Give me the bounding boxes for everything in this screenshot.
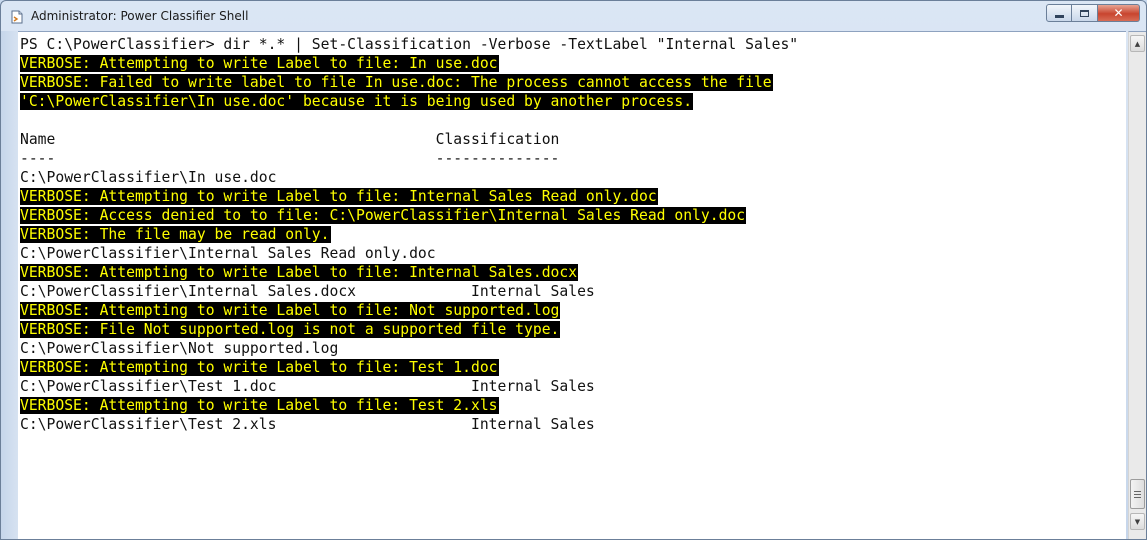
- minimize-icon: [1054, 14, 1064, 18]
- console-line-text: C:\PowerClassifier\Test 2.xls Internal S…: [20, 416, 595, 433]
- console-line-text: VERBOSE: Attempting to write Label to fi…: [20, 397, 499, 414]
- verbose-output-line: VERBOSE: File Not supported.log is not a…: [20, 320, 1126, 339]
- verbose-output-line: VERBOSE: Failed to write label to file I…: [20, 73, 1126, 92]
- console-line-text: [20, 112, 21, 129]
- console-output-line: C:\PowerClassifier\Internal Sales.docx I…: [20, 282, 1126, 301]
- maximize-button[interactable]: [1072, 4, 1098, 22]
- console-line-text: VERBOSE: Attempting to write Label to fi…: [20, 188, 658, 205]
- verbose-output-line: VERBOSE: Attempting to write Label to fi…: [20, 358, 1126, 377]
- vertical-scrollbar[interactable]: ▲ ▼: [1128, 31, 1146, 539]
- window-frame-left: [1, 31, 18, 539]
- close-icon: ✕: [1113, 6, 1124, 20]
- console-line-text: VERBOSE: Attempting to write Label to fi…: [20, 302, 561, 319]
- console-line-text: 'C:\PowerClassifier\In use.doc' because …: [20, 93, 694, 110]
- verbose-output-line: VERBOSE: Attempting to write Label to fi…: [20, 263, 1126, 282]
- console-line-text: VERBOSE: File Not supported.log is not a…: [20, 321, 561, 338]
- console-line-text: C:\PowerClassifier\In use.doc: [20, 169, 277, 186]
- console-line-text: ---- --------------: [20, 150, 560, 167]
- maximize-icon: [1080, 9, 1089, 17]
- minimize-button[interactable]: [1046, 4, 1072, 22]
- scroll-down-icon: ▼: [1134, 517, 1141, 526]
- verbose-output-line: VERBOSE: Attempting to write Label to fi…: [20, 396, 1126, 415]
- verbose-output-line: VERBOSE: The file may be read only.: [20, 225, 1126, 244]
- console-line-text: Name Classification: [20, 131, 560, 148]
- console-line-text: VERBOSE: The file may be read only.: [20, 226, 331, 243]
- console-window: Administrator: Power Classifier Shell ✕ …: [0, 0, 1147, 540]
- console-line-text: C:\PowerClassifier\Not supported.log: [20, 340, 339, 357]
- verbose-output-line: VERBOSE: Attempting to write Label to fi…: [20, 187, 1126, 206]
- scroll-down-button[interactable]: ▼: [1130, 513, 1145, 530]
- console-output[interactable]: PS C:\PowerClassifier> dir *.* | Set-Cla…: [18, 31, 1126, 539]
- console-output-line: Name Classification: [20, 130, 1126, 149]
- app-shell-icon[interactable]: [10, 9, 24, 24]
- grip-icon: [1134, 490, 1141, 498]
- verbose-output-line: VERBOSE: Attempting to write Label to fi…: [20, 54, 1126, 73]
- console-output-line: PS C:\PowerClassifier> dir *.* | Set-Cla…: [20, 35, 1126, 54]
- verbose-output-line: VERBOSE: Attempting to write Label to fi…: [20, 301, 1126, 320]
- console-line-text: C:\PowerClassifier\Internal Sales.docx I…: [20, 283, 595, 300]
- scroll-up-icon: ▲: [1134, 39, 1141, 48]
- console-line-text: PS C:\PowerClassifier> dir *.* | Set-Cla…: [20, 36, 799, 53]
- verbose-output-line: 'C:\PowerClassifier\In use.doc' because …: [20, 92, 1126, 111]
- console-output-line: C:\PowerClassifier\In use.doc: [20, 168, 1126, 187]
- console-line-text: C:\PowerClassifier\Test 1.doc Internal S…: [20, 378, 595, 395]
- window-title: Administrator: Power Classifier Shell: [31, 9, 249, 23]
- console-line-text: VERBOSE: Attempting to write Label to fi…: [20, 55, 499, 72]
- console-output-line: C:\PowerClassifier\Test 1.doc Internal S…: [20, 377, 1126, 396]
- verbose-output-line: VERBOSE: Access denied to to file: C:\Po…: [20, 206, 1126, 225]
- scroll-thumb[interactable]: [1130, 479, 1145, 509]
- console-lines: PS C:\PowerClassifier> dir *.* | Set-Cla…: [18, 32, 1126, 434]
- console-line-text: VERBOSE: Failed to write label to file I…: [20, 74, 773, 91]
- console-output-line: C:\PowerClassifier\Not supported.log: [20, 339, 1126, 358]
- console-line-text: C:\PowerClassifier\Internal Sales Read o…: [20, 245, 436, 262]
- close-button[interactable]: ✕: [1098, 4, 1140, 22]
- console-output-line: [20, 111, 1126, 130]
- console-output-line: ---- --------------: [20, 149, 1126, 168]
- caption-buttons: ✕: [1046, 4, 1140, 22]
- console-line-text: VERBOSE: Attempting to write Label to fi…: [20, 359, 499, 376]
- console-line-text: VERBOSE: Attempting to write Label to fi…: [20, 264, 579, 281]
- console-line-text: VERBOSE: Access denied to to file: C:\Po…: [20, 207, 747, 224]
- scroll-up-button[interactable]: ▲: [1130, 35, 1145, 52]
- console-output-line: C:\PowerClassifier\Test 2.xls Internal S…: [20, 415, 1126, 434]
- console-output-line: C:\PowerClassifier\Internal Sales Read o…: [20, 244, 1126, 263]
- title-bar[interactable]: Administrator: Power Classifier Shell ✕: [1, 1, 1146, 31]
